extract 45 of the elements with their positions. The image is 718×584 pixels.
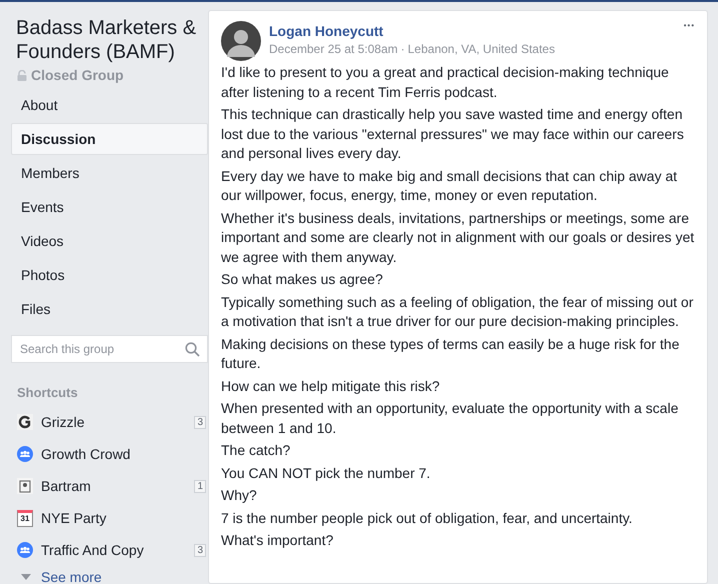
post-paragraph: Whether it's business deals, invitations, partnerships or meetings, some are important and some are clearly not in alignment with our goals or desires yet we agree with them anyway.	[221, 208, 695, 267]
count-badge: 1	[194, 480, 206, 492]
count-badge: 3	[194, 416, 206, 428]
author-name[interactable]: Logan Honeycutt	[269, 23, 676, 39]
calendar-icon: 31	[17, 510, 33, 526]
more-button[interactable]: •••	[684, 21, 695, 30]
post-paragraph: So what makes us agree?	[221, 270, 384, 289]
nav-item[interactable]: Events	[11, 191, 208, 223]
nav-item[interactable]: About	[11, 89, 208, 121]
shortcut-link[interactable]: Bartram	[41, 478, 186, 494]
group-icon	[17, 446, 33, 462]
post-paragraph: What's important?	[221, 531, 334, 550]
post-paragraph: Every day we have to make big and small decisions that can chip away at our willpower, focus, energy, time, money or even reputation.	[221, 166, 678, 205]
section-title: Shortcuts	[17, 385, 79, 400]
avatar	[221, 21, 261, 61]
shortcut-link[interactable]: Traffic And Copy	[41, 542, 186, 558]
lock-icon	[17, 70, 27, 80]
page-icon	[17, 414, 33, 430]
shortcut-link[interactable]: NYE Party	[41, 510, 208, 526]
search-icon	[185, 342, 200, 357]
post-paragraph: Making decisions on these types of terms can easily be a huge risk for the future.	[221, 334, 680, 373]
nav-item[interactable]: Files	[11, 293, 208, 325]
nav-item[interactable]: Discussion	[11, 123, 208, 155]
group-privacy: Closed Group	[31, 67, 124, 83]
post-paragraph: How can we help mitigate this risk?	[221, 376, 441, 396]
separator: ·	[400, 42, 405, 56]
post-paragraph: You CAN NOT pick the number 7.	[221, 464, 432, 483]
nav-item[interactable]: Videos	[11, 225, 208, 257]
count-badge: 3	[194, 544, 206, 556]
group-icon	[17, 542, 33, 558]
post-paragraph: 7 is the number people pick out of obligation, fear, and uncertainty.	[221, 508, 634, 528]
group-name: Badass Marketers & Founders (BAMF)	[15, 16, 198, 64]
post-paragraph: I'd like to present to you a great and practical decision-making technique after listening to a recent Tim Ferris podcast.	[221, 63, 670, 102]
see-more-link[interactable]: See more	[41, 569, 208, 584]
post-paragraph: Typically something such as a feeling of obligation, the fear of missing out or a motivation that isn't a true driver for our pure decision-making principles.	[221, 292, 694, 331]
shortcut-link[interactable]: Grizzle	[41, 414, 186, 430]
post-paragraph: This technique can drastically help you save wasted time and energy often lost due to the various "external pressures" we may face within our careers and personal lives every day.	[221, 105, 685, 163]
shortcut-link[interactable]: Growth Crowd	[41, 446, 208, 462]
search-field[interactable]: Search this group	[11, 335, 208, 363]
nav-item[interactable]: Photos	[11, 259, 208, 291]
post-paragraph: When presented with an opportunity, evaluate the opportunity with a scale between 1 and 10.	[221, 399, 680, 438]
caret-icon	[21, 574, 31, 580]
post-paragraph: The catch?	[221, 441, 292, 460]
post-paragraph: Why?	[221, 486, 258, 505]
nav-item[interactable]: Members	[11, 157, 208, 189]
